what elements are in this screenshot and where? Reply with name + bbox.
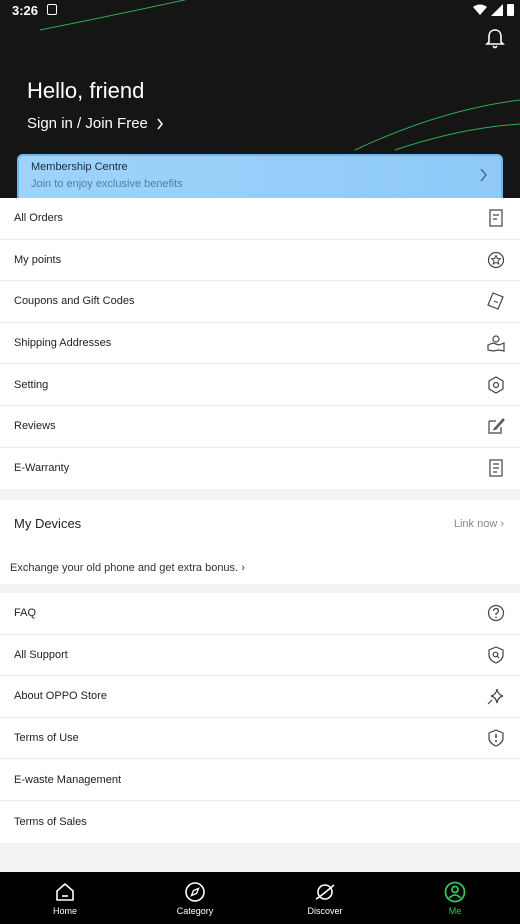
- menu-item-label: All Support: [14, 648, 68, 661]
- tab-me[interactable]: Me: [390, 872, 520, 924]
- exchange-promo-link[interactable]: Exchange your old phone and get extra bo…: [10, 562, 245, 574]
- notification-app-icon: [47, 4, 57, 15]
- menu-item-coupons[interactable]: Coupons and Gift Codes: [0, 281, 520, 323]
- membership-subtitle: Join to enjoy exclusive benefits: [31, 178, 183, 190]
- membership-title: Membership Centre: [31, 161, 128, 173]
- menu-item-label: About OPPO Store: [14, 690, 107, 703]
- status-bar: 3:26: [0, 0, 520, 22]
- status-time: 3:26: [12, 3, 39, 18]
- bell-icon[interactable]: [485, 28, 505, 50]
- tab-label: Home: [52, 905, 77, 916]
- menu-item-terms-of-sales[interactable]: Terms of Sales: [0, 801, 520, 843]
- menu-item-label: E-Warranty: [14, 462, 70, 475]
- link-now-button[interactable]: Link now ›: [454, 518, 504, 530]
- menu-item-shipping[interactable]: Shipping Addresses: [0, 323, 520, 365]
- menu-item-reviews[interactable]: Reviews: [0, 406, 520, 448]
- menu-item-setting[interactable]: Setting: [0, 364, 520, 406]
- menu-item-about[interactable]: About OPPO Store: [0, 676, 520, 718]
- sparkle-icon: [487, 687, 505, 705]
- tab-home[interactable]: Home: [0, 872, 130, 924]
- tab-label: Discover: [307, 905, 343, 916]
- battery-icon: [507, 4, 514, 16]
- menu-item-label: Coupons and Gift Codes: [14, 295, 135, 308]
- ticket-icon: [487, 292, 505, 311]
- greeting-title: Hello, friend: [27, 78, 145, 103]
- header: 3:26 Hello, friend Sign in / Join Free M…: [0, 0, 520, 198]
- tab-label: Category: [176, 905, 214, 916]
- menu-item-faq[interactable]: FAQ: [0, 593, 520, 635]
- menu-item-my-points[interactable]: My points: [0, 240, 520, 282]
- menu-item-label: FAQ: [14, 607, 37, 620]
- home-icon: [56, 882, 74, 901]
- menu-item-e-waste[interactable]: E-waste Management: [0, 759, 520, 801]
- menu-item-label: Terms of Use: [14, 732, 79, 745]
- edit-icon: [487, 417, 505, 435]
- menu-item-label: My points: [14, 253, 62, 266]
- menu-item-label: Shipping Addresses: [14, 337, 112, 350]
- tab-category[interactable]: Category: [130, 872, 260, 924]
- hexagon-settings-icon: [487, 375, 505, 394]
- signin-link[interactable]: Sign in / Join Free: [27, 115, 164, 132]
- menu-item-e-warranty[interactable]: E-Warranty: [0, 448, 520, 490]
- map-pin-icon: [487, 334, 505, 352]
- menu-item-label: Setting: [14, 378, 49, 391]
- chevron-right-icon: [157, 118, 163, 129]
- user-icon: [444, 881, 466, 902]
- menu-item-label: E-waste Management: [14, 773, 121, 786]
- support-menu: FAQ All Support About OPPO Store Terms o…: [0, 593, 520, 843]
- link-now-label: Link now: [453, 518, 498, 530]
- my-devices-section: My Devices Link now › Exchange your old …: [0, 500, 520, 584]
- tab-discover[interactable]: Discover: [260, 872, 390, 924]
- menu-item-all-support[interactable]: All Support: [0, 635, 520, 677]
- bottom-tab-bar: Home Category Discover Me: [0, 872, 520, 924]
- menu-item-all-orders[interactable]: All Orders: [0, 198, 520, 240]
- chevron-right-icon: ›: [241, 562, 245, 574]
- star-circle-icon: [487, 251, 505, 269]
- tab-label: Me: [448, 905, 462, 916]
- document-icon: [487, 459, 505, 477]
- menu-item-terms-of-use[interactable]: Terms of Use: [0, 718, 520, 760]
- receipt-icon: [487, 209, 505, 227]
- status-icons: [473, 3, 514, 16]
- membership-card[interactable]: Membership Centre Join to enjoy exclusiv…: [17, 154, 503, 198]
- help-icon: [487, 604, 505, 622]
- signin-label: Sign in / Join Free: [27, 115, 148, 132]
- exchange-label: Exchange your old phone and get extra bo…: [10, 562, 239, 574]
- chevron-right-icon: [480, 168, 487, 182]
- shield-icon: [487, 729, 505, 747]
- planet-icon: [315, 883, 335, 900]
- menu-item-label: Terms of Sales: [14, 815, 87, 828]
- menu-item-label: Reviews: [14, 420, 56, 433]
- my-devices-title: My Devices: [14, 516, 82, 531]
- account-menu: All Orders My points Coupons and Gift Co…: [0, 198, 520, 490]
- chevron-right-icon: ›: [500, 518, 504, 530]
- signal-icon: [491, 3, 503, 16]
- support-shield-icon: [487, 646, 505, 664]
- menu-item-label: All Orders: [14, 212, 63, 225]
- compass-icon: [185, 881, 205, 902]
- wifi-icon: [473, 4, 487, 15]
